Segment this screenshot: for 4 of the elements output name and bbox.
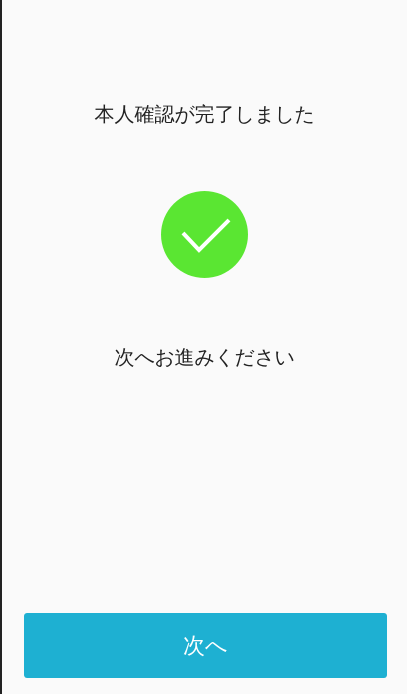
- check-icon: [161, 191, 248, 278]
- title: 本人確認が完了しました: [94, 101, 314, 127]
- message: 次へお進みください: [114, 344, 294, 370]
- next-button[interactable]: 次へ: [24, 613, 387, 678]
